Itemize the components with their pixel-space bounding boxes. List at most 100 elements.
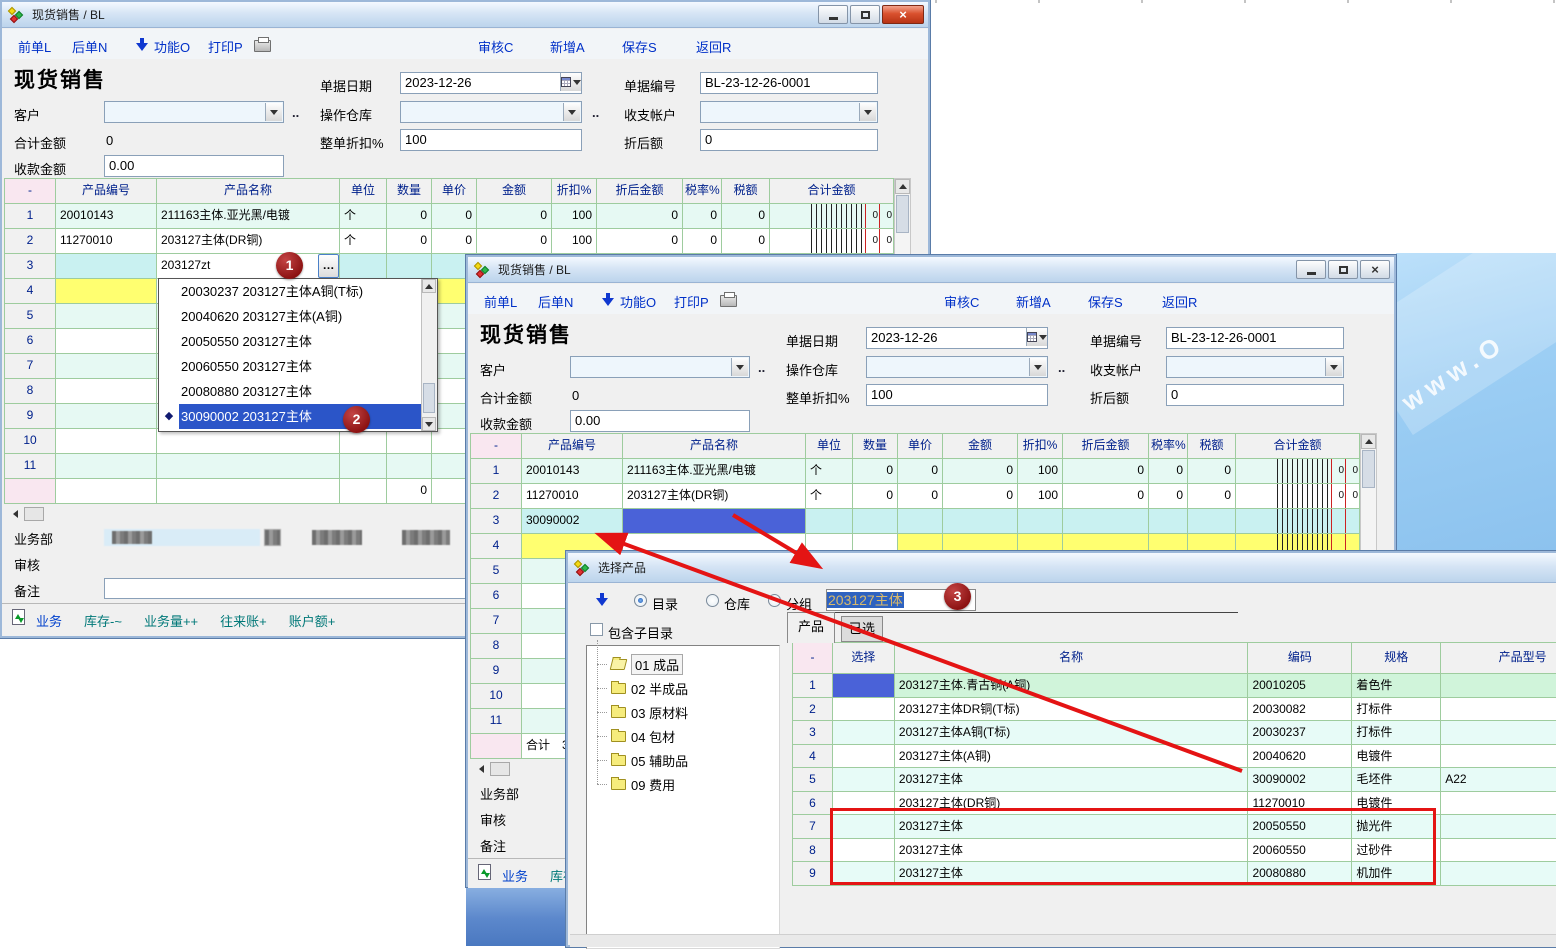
- grid-cell[interactable]: 0: [943, 484, 1018, 509]
- warehouse-more-link[interactable]: ..: [592, 105, 599, 120]
- grid-cell[interactable]: 电镀件: [1352, 745, 1441, 769]
- grid-cell[interactable]: 8: [5, 379, 56, 404]
- grid-cell[interactable]: 5: [5, 304, 56, 329]
- grid-cell[interactable]: [157, 429, 340, 454]
- grid-cell[interactable]: 5: [793, 768, 833, 792]
- grid-cell[interactable]: 10: [471, 684, 522, 709]
- grid-cell[interactable]: 0: [898, 484, 943, 509]
- date-input[interactable]: 2023-12-26: [400, 72, 582, 94]
- grid-cell[interactable]: 3: [5, 254, 56, 279]
- column-header[interactable]: 单价: [898, 434, 943, 459]
- grid-cell[interactable]: 0: [1149, 459, 1188, 484]
- functions-arrow-icon[interactable]: [136, 37, 148, 52]
- warehouse-combo[interactable]: [400, 101, 582, 123]
- grid-cell[interactable]: [853, 509, 898, 534]
- maximize-button[interactable]: [850, 5, 880, 24]
- chevron-down-icon[interactable]: [859, 103, 876, 121]
- grid-cell[interactable]: 20030237: [1248, 721, 1352, 745]
- grid-cell[interactable]: 0: [477, 229, 552, 254]
- new-button[interactable]: 新增A: [1016, 292, 1051, 311]
- grid-cell[interactable]: 203127主体DR铜(T标): [895, 698, 1249, 722]
- after-input[interactable]: 0: [700, 129, 878, 151]
- grid-cell-total[interactable]: 00: [770, 204, 894, 229]
- radio-warehouse[interactable]: [706, 594, 719, 607]
- column-header[interactable]: 金额: [943, 434, 1018, 459]
- grid-cell[interactable]: [340, 454, 387, 479]
- grid-cell[interactable]: [1018, 509, 1063, 534]
- tree-item[interactable]: 05 辅助品: [587, 748, 779, 772]
- column-header[interactable]: 金额: [477, 179, 552, 204]
- grid-cell[interactable]: 10: [5, 429, 56, 454]
- footer-link[interactable]: 库存-~: [84, 614, 122, 629]
- select-cell[interactable]: [833, 674, 895, 698]
- account-combo[interactable]: [1166, 356, 1344, 378]
- grid-cell[interactable]: 30090002: [522, 509, 623, 534]
- grid-cell[interactable]: 100: [552, 204, 597, 229]
- grid-cell[interactable]: [56, 354, 157, 379]
- grid-cell[interactable]: 打标件: [1352, 698, 1441, 722]
- grid-cell[interactable]: 20010143: [56, 204, 157, 229]
- footer-link[interactable]: 往来账+: [220, 614, 267, 629]
- grid-cell[interactable]: 30090002: [1248, 768, 1352, 792]
- date-input[interactable]: 2023-12-26: [866, 327, 1048, 349]
- select-cell[interactable]: [833, 721, 895, 745]
- grid-cell[interactable]: [471, 734, 522, 759]
- account-combo[interactable]: [700, 101, 878, 123]
- grid-cell[interactable]: 6: [5, 329, 56, 354]
- include-sub-checkbox[interactable]: [590, 623, 603, 636]
- grid-cell[interactable]: 4: [471, 534, 522, 559]
- chevron-down-icon[interactable]: [1325, 358, 1342, 376]
- grid-cell[interactable]: 211163主体.亚光黑/电镀: [157, 204, 340, 229]
- functions-arrow-icon[interactable]: [602, 292, 614, 307]
- dropdown-item[interactable]: ◆30090002 203127主体: [159, 404, 422, 429]
- grid-cell[interactable]: 0: [432, 204, 477, 229]
- grid-cell[interactable]: [1149, 509, 1188, 534]
- grid-cell[interactable]: 203127主体(A铜): [895, 745, 1249, 769]
- grid-cell[interactable]: 个: [340, 204, 387, 229]
- grid-cell[interactable]: 0: [683, 229, 722, 254]
- grid-cell[interactable]: 1: [471, 459, 522, 484]
- titlebar[interactable]: 现货销售 / BL ×: [468, 257, 1394, 283]
- grid-cell[interactable]: 0: [853, 484, 898, 509]
- grid-cell[interactable]: 9: [5, 404, 56, 429]
- grid-cell[interactable]: [56, 254, 157, 279]
- grid-cell[interactable]: [1441, 839, 1556, 863]
- minimize-button[interactable]: [1296, 260, 1326, 279]
- grid-cell-total[interactable]: 00: [1236, 459, 1360, 484]
- column-header[interactable]: 折后金额: [597, 179, 683, 204]
- grid-cell[interactable]: [340, 254, 387, 279]
- audit-button[interactable]: 审核C: [944, 292, 979, 311]
- grid-cell[interactable]: 0: [432, 229, 477, 254]
- dropdown-item[interactable]: 20030237 203127主体A铜(T标): [159, 279, 422, 304]
- grid-cell[interactable]: 7: [471, 609, 522, 634]
- tree-item[interactable]: 09 费用: [587, 772, 779, 796]
- column-header[interactable]: 产品编号: [522, 434, 623, 459]
- grid-cell-total[interactable]: [1236, 509, 1360, 534]
- column-header[interactable]: 折扣%: [552, 179, 597, 204]
- print-button[interactable]: 打印P: [674, 292, 709, 311]
- grid-cell[interactable]: 0: [1063, 459, 1149, 484]
- grid-cell[interactable]: [898, 509, 943, 534]
- save-button[interactable]: 保存S: [1088, 292, 1123, 311]
- grid-cell[interactable]: [56, 329, 157, 354]
- column-header[interactable]: 税额: [722, 179, 770, 204]
- column-header[interactable]: 产品名称: [623, 434, 806, 459]
- tab-selected[interactable]: 已选: [841, 616, 883, 642]
- grid-cell[interactable]: 3: [793, 721, 833, 745]
- grid-cell[interactable]: A22: [1441, 768, 1556, 792]
- grid-cell[interactable]: [943, 509, 1018, 534]
- grid-cell[interactable]: 11: [5, 454, 56, 479]
- audit-button[interactable]: 审核C: [478, 37, 513, 56]
- column-header[interactable]: 名称: [895, 643, 1249, 674]
- footer-link[interactable]: 账户额+: [289, 614, 336, 629]
- grid-cell[interactable]: 211163主体.亚光黑/电镀: [623, 459, 806, 484]
- grid-cell[interactable]: [1441, 792, 1556, 816]
- grid-cell[interactable]: 20010205: [1248, 674, 1352, 698]
- maximize-button[interactable]: [1328, 260, 1358, 279]
- column-header[interactable]: -: [5, 179, 56, 204]
- column-header[interactable]: 单位: [806, 434, 853, 459]
- print-button[interactable]: 打印P: [208, 37, 243, 56]
- discount-input[interactable]: 100: [400, 129, 582, 151]
- grid-cell-total[interactable]: 00: [1236, 484, 1360, 509]
- grid-cell[interactable]: [1441, 698, 1556, 722]
